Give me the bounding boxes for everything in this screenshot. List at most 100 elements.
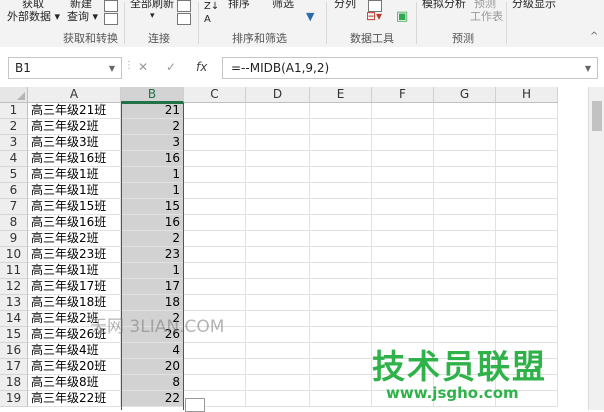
cell-empty[interactable] (246, 183, 310, 199)
row-header[interactable]: 16 (0, 343, 28, 359)
cell-b[interactable]: 1 (121, 263, 184, 279)
cell-empty[interactable] (246, 279, 310, 295)
column-header-a[interactable]: A (28, 87, 121, 103)
cell-a[interactable]: 高三年级16班 (28, 151, 121, 167)
cell-a[interactable]: 高三年级23班 (28, 247, 121, 263)
cell-empty[interactable] (372, 119, 434, 135)
cell-empty[interactable] (310, 359, 372, 375)
cell-empty[interactable] (246, 311, 310, 327)
cell-empty[interactable] (434, 135, 496, 151)
cell-empty[interactable] (310, 151, 372, 167)
cell-b[interactable]: 1 (121, 167, 184, 183)
cell-empty[interactable] (184, 151, 246, 167)
column-header-c[interactable]: C (184, 87, 246, 103)
cell-b[interactable]: 3 (121, 135, 184, 151)
cell-empty[interactable] (246, 247, 310, 263)
cell-empty[interactable] (434, 247, 496, 263)
sort-button[interactable]: 排序 (228, 0, 250, 10)
row-header[interactable]: 11 (0, 263, 28, 279)
cell-empty[interactable] (496, 199, 558, 215)
get-data-button[interactable]: 获取 (22, 0, 44, 10)
sort-az-icon[interactable]: Z↓ A (204, 0, 219, 26)
filter-button[interactable]: 筛选 (272, 0, 294, 10)
cancel-icon[interactable]: ✕ (138, 60, 148, 74)
cell-empty[interactable] (246, 375, 310, 391)
cell-a[interactable]: 高三年级18班 (28, 295, 121, 311)
cell-empty[interactable] (184, 343, 246, 359)
cell-empty[interactable] (434, 231, 496, 247)
select-all-button[interactable] (0, 87, 28, 103)
cell-empty[interactable] (372, 263, 434, 279)
cell-a[interactable]: 高三年级2班 (28, 231, 121, 247)
cell-empty[interactable] (184, 103, 246, 119)
cell-b[interactable]: 2 (121, 119, 184, 135)
advanced-filter-icon[interactable]: ▼ (306, 10, 314, 23)
cell-empty[interactable] (184, 231, 246, 247)
formula-input[interactable]: =--MIDB(A1,9,2) ▼ (222, 57, 598, 79)
refresh-all-button[interactable]: 全部刷新 (130, 0, 174, 10)
row-header[interactable]: 8 (0, 215, 28, 231)
cell-empty[interactable] (372, 215, 434, 231)
cell-empty[interactable] (372, 183, 434, 199)
cell-a[interactable]: 高三年级8班 (28, 375, 121, 391)
cell-empty[interactable] (310, 343, 372, 359)
row-header[interactable]: 6 (0, 183, 28, 199)
cell-empty[interactable] (246, 119, 310, 135)
cell-empty[interactable] (246, 263, 310, 279)
cell-empty[interactable] (310, 327, 372, 343)
cell-empty[interactable] (246, 135, 310, 151)
cell-empty[interactable] (310, 311, 372, 327)
cell-a[interactable]: 高三年级1班 (28, 167, 121, 183)
collapse-ribbon-icon[interactable]: ^ (590, 30, 598, 43)
cell-empty[interactable] (496, 151, 558, 167)
connections-icon[interactable] (177, 0, 191, 12)
row-header[interactable]: 17 (0, 359, 28, 375)
cell-empty[interactable] (310, 391, 372, 407)
cell-empty[interactable] (434, 183, 496, 199)
cell-empty[interactable] (372, 231, 434, 247)
text-to-columns-button[interactable]: 分列 (334, 0, 356, 10)
cell-empty[interactable] (496, 183, 558, 199)
cell-b[interactable]: 23 (121, 247, 184, 263)
cell-empty[interactable] (310, 135, 372, 151)
cell-b[interactable]: 20 (121, 359, 184, 375)
row-header[interactable]: 13 (0, 295, 28, 311)
cell-empty[interactable] (310, 119, 372, 135)
from-table-icon[interactable] (104, 13, 118, 25)
cell-b[interactable]: 16 (121, 151, 184, 167)
row-header[interactable]: 10 (0, 247, 28, 263)
cell-empty[interactable] (434, 103, 496, 119)
cell-a[interactable]: 高三年级1班 (28, 263, 121, 279)
chevron-down-icon[interactable]: ▼ (109, 64, 115, 73)
cell-empty[interactable] (496, 103, 558, 119)
cell-empty[interactable] (246, 167, 310, 183)
cell-empty[interactable] (434, 215, 496, 231)
cell-empty[interactable] (434, 151, 496, 167)
cell-a[interactable]: 高三年级21班 (28, 103, 121, 119)
cell-empty[interactable] (496, 311, 558, 327)
cell-empty[interactable] (372, 135, 434, 151)
cell-a[interactable]: 高三年级1班 (28, 183, 121, 199)
what-if-button[interactable]: 模拟分析 (422, 0, 466, 10)
cell-empty[interactable] (496, 135, 558, 151)
cell-empty[interactable] (372, 103, 434, 119)
row-header[interactable]: 2 (0, 119, 28, 135)
row-header[interactable]: 15 (0, 327, 28, 343)
cell-empty[interactable] (310, 279, 372, 295)
cell-empty[interactable] (184, 167, 246, 183)
cell-empty[interactable] (246, 151, 310, 167)
cell-empty[interactable] (434, 295, 496, 311)
cell-a[interactable]: 高三年级17班 (28, 279, 121, 295)
scrollbar-thumb[interactable] (592, 101, 602, 131)
cell-b[interactable]: 2 (121, 231, 184, 247)
cell-empty[interactable] (184, 295, 246, 311)
cell-b[interactable]: 22 (121, 391, 184, 407)
cell-a[interactable]: 高三年级15班 (28, 199, 121, 215)
cell-empty[interactable] (310, 247, 372, 263)
cell-empty[interactable] (310, 215, 372, 231)
cell-empty[interactable] (310, 295, 372, 311)
cell-empty[interactable] (246, 231, 310, 247)
column-header-e[interactable]: E (310, 87, 372, 103)
get-data-button-label[interactable]: 外部数据 ▾ (7, 10, 60, 23)
cell-empty[interactable] (246, 199, 310, 215)
